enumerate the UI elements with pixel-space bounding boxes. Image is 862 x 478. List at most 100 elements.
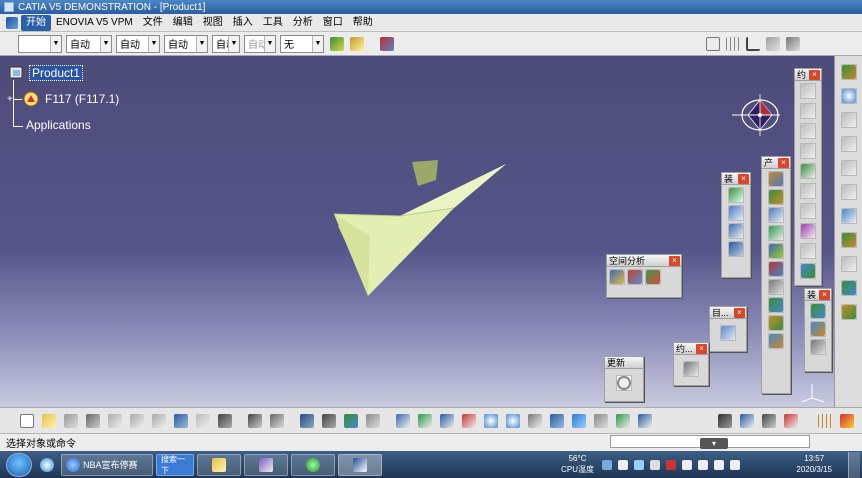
zoom-out-button[interactable]: [504, 412, 522, 430]
tray-icon[interactable]: [618, 460, 628, 470]
tray-icon[interactable]: [634, 460, 644, 470]
layer-combo[interactable]: 无 ▼: [280, 34, 324, 53]
close-icon[interactable]: ×: [669, 256, 680, 266]
catalog-button[interactable]: [378, 35, 396, 53]
taskbar-app-ie[interactable]: NBA宣布停赛: [61, 453, 153, 476]
tree-node-f117[interactable]: F117 (F117.1): [22, 90, 121, 108]
tool-button-10[interactable]: [768, 333, 784, 349]
paste-button[interactable]: [150, 412, 168, 430]
start-button[interactable]: [6, 452, 32, 477]
tool-button-6[interactable]: [768, 261, 784, 277]
copy-button[interactable]: [128, 412, 146, 430]
docked-tool-1[interactable]: [840, 64, 857, 80]
measure-button[interactable]: [784, 35, 802, 53]
chevron-down-icon[interactable]: ▼: [228, 35, 239, 52]
tree-node-applications[interactable]: Applications: [24, 118, 93, 132]
format-painter-button[interactable]: [328, 35, 346, 53]
catia-logo-button[interactable]: [838, 412, 856, 430]
image-button[interactable]: [364, 412, 382, 430]
catia-logo-icon[interactable]: [6, 16, 18, 29]
tool-button-7[interactable]: [768, 279, 784, 295]
shading-button[interactable]: [592, 412, 610, 430]
taskbar-app-browser[interactable]: [291, 453, 335, 476]
fix-button[interactable]: [800, 163, 816, 179]
close-icon[interactable]: ×: [819, 290, 830, 300]
measure-inertia-button[interactable]: [782, 412, 800, 430]
chevron-down-icon[interactable]: ▼: [100, 35, 111, 52]
macro-button[interactable]: [342, 412, 360, 430]
manipulation-button[interactable]: [720, 325, 736, 341]
docked-tool-10[interactable]: [840, 280, 857, 296]
taskbar-app-catia[interactable]: [338, 453, 382, 476]
point-symbol-combo[interactable]: 自动▼: [212, 34, 240, 53]
menu-enovia[interactable]: ENOVIA V5 VPM: [51, 15, 138, 31]
iso-view-button[interactable]: [570, 412, 588, 430]
menu-analysis[interactable]: 分析: [288, 15, 318, 31]
clash-button[interactable]: [609, 269, 625, 285]
tray-icon[interactable]: [698, 460, 708, 470]
close-icon[interactable]: ×: [738, 174, 749, 184]
network-icon[interactable]: [714, 460, 724, 470]
axis-button[interactable]: [744, 35, 762, 53]
tray-icon[interactable]: [682, 460, 692, 470]
zoom-in-button[interactable]: [482, 412, 500, 430]
f117-part-model[interactable]: [330, 156, 520, 301]
measure-item-button[interactable]: [760, 412, 778, 430]
sketch-button[interactable]: [764, 35, 782, 53]
existing-component-button[interactable]: [728, 241, 744, 257]
new-button[interactable]: [18, 412, 36, 430]
docked-tool-9[interactable]: [840, 256, 857, 272]
fly-mode-button[interactable]: [394, 412, 412, 430]
whats-this-button[interactable]: [216, 412, 234, 430]
snap-button[interactable]: [704, 35, 722, 53]
docked-tool-5[interactable]: [840, 160, 857, 176]
volume-icon[interactable]: [730, 460, 740, 470]
open-button[interactable]: [40, 412, 58, 430]
tree-node-product1[interactable]: Product1: [8, 64, 84, 82]
linetype-combo[interactable]: 自动 ▼: [164, 34, 208, 53]
tool-button-1[interactable]: [768, 171, 784, 187]
color-combo[interactable]: ▼: [18, 34, 62, 53]
menu-file[interactable]: 文件: [138, 15, 168, 31]
rendering-combo[interactable]: 自动 ▼: [244, 34, 276, 53]
close-icon[interactable]: ×: [696, 344, 707, 354]
menu-help[interactable]: 帮助: [348, 15, 378, 31]
menu-window[interactable]: 窗口: [318, 15, 348, 31]
new-part-button[interactable]: [728, 223, 744, 239]
close-icon[interactable]: ×: [809, 70, 820, 80]
hole-button[interactable]: [810, 321, 826, 337]
docked-tool-8[interactable]: [840, 232, 857, 248]
knowledge-button[interactable]: [320, 412, 338, 430]
simulation-button[interactable]: [716, 412, 734, 430]
swap-space-button[interactable]: [636, 412, 654, 430]
coincidence-button[interactable]: [800, 83, 816, 99]
flexible-button[interactable]: [800, 223, 816, 239]
tool-button-3[interactable]: [768, 207, 784, 223]
taskbar-app-explorer[interactable]: [197, 453, 241, 476]
comment-button[interactable]: [268, 412, 286, 430]
docked-tool-11[interactable]: [840, 304, 857, 320]
fix-together-button[interactable]: [800, 183, 816, 199]
taskbar-search-button[interactable]: 搜索一下: [156, 453, 194, 476]
taskbar-app-qq[interactable]: [36, 454, 58, 476]
command-toggle-button[interactable]: ▾: [700, 438, 728, 449]
pan-button[interactable]: [438, 412, 456, 430]
hide-show-button[interactable]: [614, 412, 632, 430]
clock[interactable]: 13:57 2020/3/15: [796, 453, 832, 475]
tray-icon[interactable]: [650, 460, 660, 470]
compass-icon[interactable]: [730, 92, 786, 138]
new-product-button[interactable]: [728, 205, 744, 221]
offset-button[interactable]: [800, 123, 816, 139]
chevron-down-icon[interactable]: ▼: [264, 35, 275, 52]
docked-tool-6[interactable]: [840, 184, 857, 200]
docked-tool-2[interactable]: [840, 88, 857, 104]
angle-button[interactable]: [800, 143, 816, 159]
close-icon[interactable]: ×: [778, 158, 789, 168]
split-button[interactable]: [810, 303, 826, 319]
rotate-button[interactable]: [460, 412, 478, 430]
catalog-browser-button[interactable]: [298, 412, 316, 430]
chevron-down-icon[interactable]: ▼: [312, 35, 323, 52]
chevron-down-icon[interactable]: ▼: [148, 35, 159, 52]
distance-button[interactable]: [645, 269, 661, 285]
new-component-button[interactable]: [728, 187, 744, 203]
